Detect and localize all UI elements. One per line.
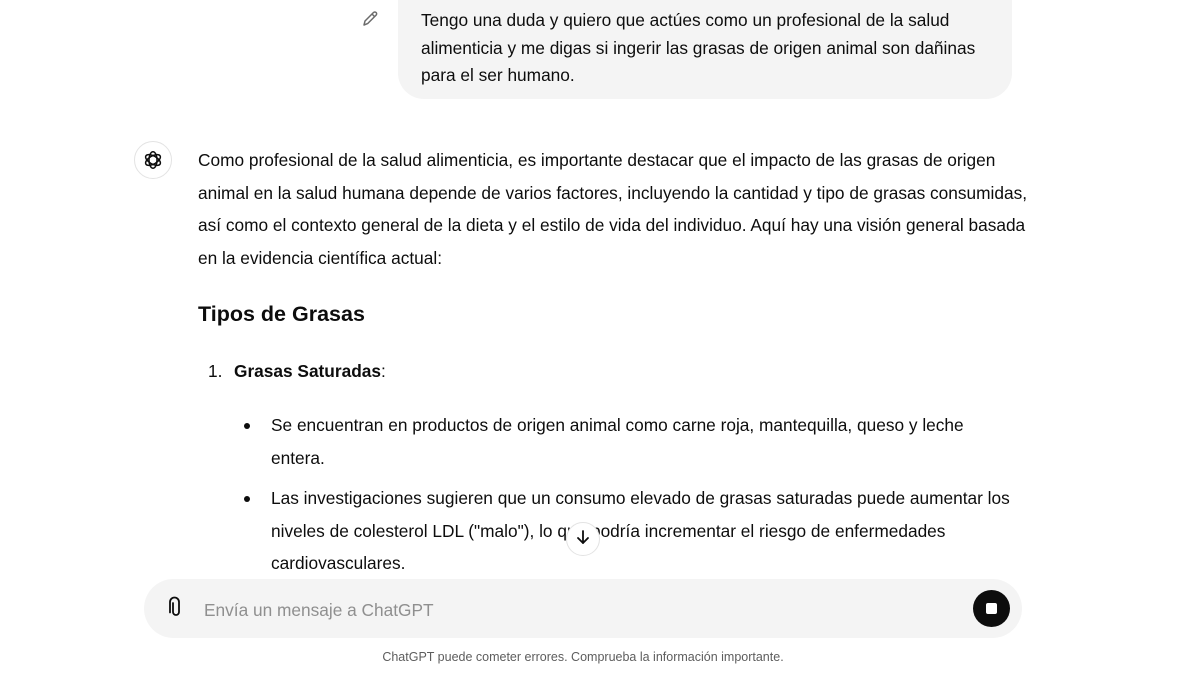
response-heading: Tipos de Grasas [198, 302, 365, 326]
list-item-number: 1. [208, 361, 223, 381]
ordered-list-item: 1. Grasas Saturadas: [208, 358, 386, 385]
message-composer [144, 579, 1022, 638]
list-item-colon: : [380, 361, 386, 381]
stop-icon [986, 603, 997, 614]
pencil-icon[interactable] [360, 9, 380, 29]
response-intro: Como profesional de la salud alimenticia… [198, 150, 1028, 268]
stop-generating-button[interactable] [973, 590, 1010, 627]
user-message-bubble: Tengo una duda y quiero que actúes como … [398, 0, 1012, 99]
scroll-to-bottom-button[interactable] [566, 522, 600, 556]
assistant-response: Como profesional de la salud alimenticia… [198, 144, 1028, 573]
bullet-item: Se encuentran en productos de origen ani… [240, 409, 1020, 474]
list-item-title: Grasas Saturadas [234, 361, 381, 381]
bullet-item: Las investigaciones sugieren que un cons… [240, 482, 1020, 580]
message-input[interactable] [202, 596, 966, 624]
disclaimer-text: ChatGPT puede cometer errores. Comprueba… [382, 650, 784, 664]
arrow-down-icon [574, 528, 592, 551]
paperclip-icon[interactable] [164, 596, 188, 620]
bullet-list: Se encuentran en productos de origen ani… [240, 409, 1020, 588]
chatgpt-logo-icon [134, 141, 172, 179]
